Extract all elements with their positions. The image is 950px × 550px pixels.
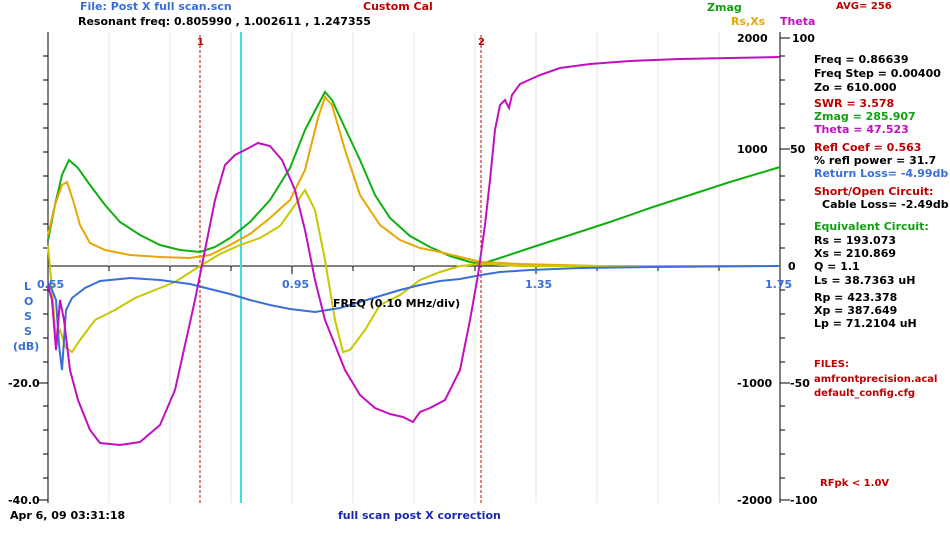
- readout-xp: Xp = 387.649: [814, 304, 898, 317]
- files-config: default_config.cfg: [814, 388, 916, 399]
- theta-tick-m100: -100: [790, 494, 818, 507]
- files-acal: amfrontprecision.acal: [814, 374, 938, 385]
- x-axis-label: FREQ (0.10 MHz/div): [333, 297, 461, 310]
- theta-tick-100: 100: [792, 32, 815, 45]
- caption-label: full scan post X correction: [338, 509, 501, 522]
- avg-label: AVG= 256: [836, 1, 892, 12]
- readout-short-open: Short/Open Circuit:: [814, 185, 934, 198]
- loss-tick-20: -20.0: [8, 377, 40, 390]
- readout-refl-coef: Refl Coef = 0.563: [814, 141, 922, 154]
- loss-tick-40: -40.0: [8, 494, 40, 507]
- loss-letter-s2: S: [24, 325, 32, 338]
- x-tick-2: 1.35: [525, 278, 553, 291]
- readout-equiv-title: Equivalent Circuit:: [814, 220, 929, 233]
- loss-letter-o: O: [24, 295, 34, 308]
- readout-freq-step: Freq Step = 0.00400: [814, 67, 941, 80]
- resonant-freq-label: Resonant freq: 0.805990 , 1.002611 , 1.2…: [78, 15, 371, 28]
- readout-zmag: Zmag = 285.907: [814, 110, 916, 123]
- rfpk-label: RFpk < 1.0V: [820, 478, 890, 489]
- readout-refl-power: % refl power = 31.7: [814, 154, 937, 167]
- ohm-tick-2000: 2000: [737, 32, 768, 45]
- readout-xs: Xs = 210.869: [814, 247, 897, 260]
- readout-ls: Ls = 38.7363 uH: [814, 274, 916, 287]
- x-tick-3: 1.75: [765, 278, 793, 291]
- ohm-tick-1000: 1000: [737, 143, 768, 156]
- cal-label: Custom Cal: [363, 0, 433, 13]
- marker-1-label: 1: [197, 37, 204, 48]
- readout-zo: Zo = 610.000: [814, 81, 897, 94]
- legend-rsxs: Rs,Xs: [731, 15, 766, 28]
- readout-cable-loss: Cable Loss= -2.49db: [822, 198, 949, 211]
- readout-theta: Theta = 47.523: [814, 123, 909, 136]
- loss-letter-s1: S: [24, 310, 32, 323]
- readout-lp: Lp = 71.2104 uH: [814, 317, 917, 330]
- x-tick-1: 0.95: [282, 278, 310, 291]
- x-tick-0: 0.55: [37, 278, 65, 291]
- readout-rs: Rs = 193.073: [814, 234, 896, 247]
- readout-return-loss: Return Loss= -4.99db: [814, 167, 949, 180]
- loss-unit: (dB): [13, 340, 40, 353]
- readout-q: Q = 1.1: [814, 260, 860, 273]
- datetime-label: Apr 6, 09 03:31:18: [10, 509, 126, 522]
- readout-freq: Freq = 0.86639: [814, 53, 909, 66]
- loss-letter-l: L: [24, 280, 32, 293]
- readout-swr: SWR = 3.578: [814, 97, 895, 110]
- legend-zmag: Zmag: [707, 1, 742, 14]
- theta-tick-50: 50: [790, 143, 806, 156]
- ohm-tick-0: 0: [788, 260, 796, 273]
- plot-canvas[interactable]: 1 2: [0, 0, 950, 550]
- files-title: FILES:: [814, 359, 849, 370]
- marker-2-label: 2: [478, 37, 485, 48]
- ohm-tick-m2000: -2000: [737, 494, 773, 507]
- theta-tick-m50: -50: [790, 377, 810, 390]
- legend-theta: Theta: [780, 15, 816, 28]
- file-label: File: Post X full scan.scn: [80, 0, 232, 13]
- ohm-tick-m1000: -1000: [737, 377, 773, 390]
- readout-rp: Rp = 423.378: [814, 291, 898, 304]
